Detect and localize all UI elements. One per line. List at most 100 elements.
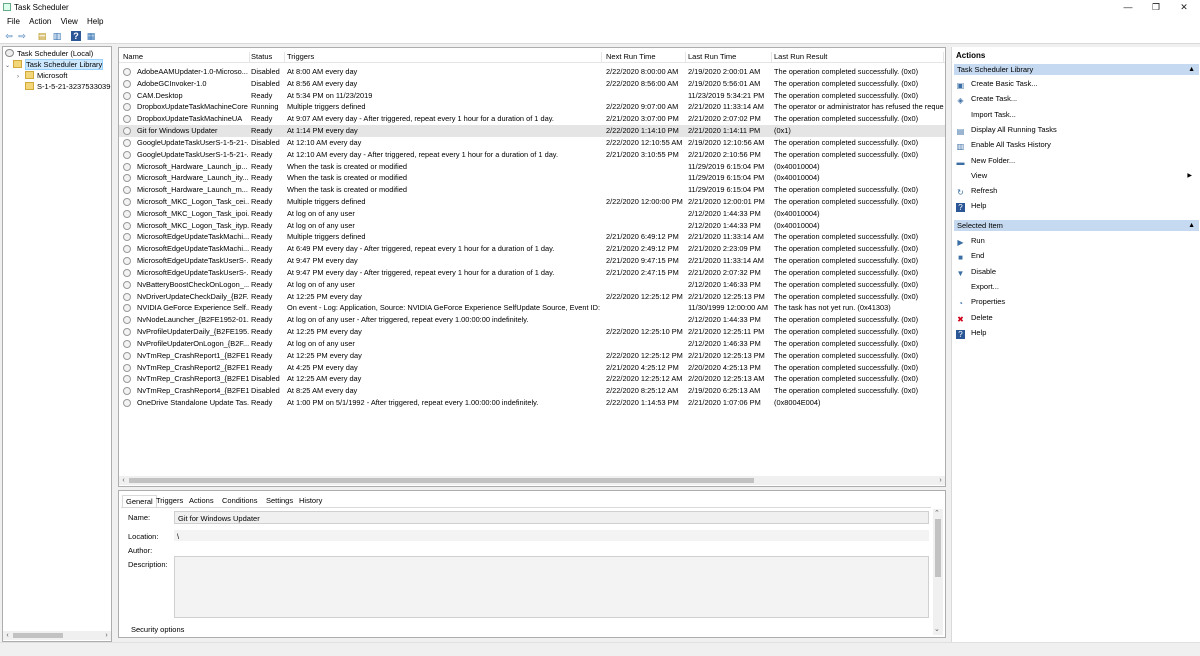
table-row[interactable]: MicrosoftEdgeUpdateTaskUserS-... Ready At … — [119, 255, 945, 267]
tab-history[interactable]: History (disabled) — [296, 495, 335, 517]
table-cell: Ready — [251, 397, 273, 407]
table-cell: At log on of any user — [287, 208, 355, 218]
scroll-thumb[interactable] — [935, 519, 941, 577]
tab-settings[interactable]: Settings — [263, 495, 296, 507]
table-row[interactable]: Microsoft_Hardware_Launch_ity... Ready Whe… — [119, 172, 945, 184]
back-arrow-icon[interactable]: ⇦ — [4, 31, 14, 41]
scroll-left-icon[interactable]: ‹ — [3, 631, 12, 640]
table-row[interactable]: NvTmRep_CrashReport1_{B2FE1... Ready At 12… — [119, 350, 945, 362]
table-row[interactable]: MicrosoftEdgeUpdateTaskUserS-... Ready At … — [119, 267, 945, 279]
action-help[interactable]: ? Help — [956, 200, 1196, 213]
column-header-triggers[interactable]: Triggers — [287, 52, 602, 63]
table-row[interactable]: CAM.Desktop Ready At 5:34 PM on 11/23/2019… — [119, 90, 945, 102]
table-row[interactable]: DropboxUpdateTaskMachineUA Ready At 9:07 A… — [119, 113, 945, 125]
chevron-up-icon[interactable]: ⌃ — [934, 509, 940, 517]
table-cell: Running — [251, 102, 279, 112]
table-row[interactable]: GoogleUpdateTaskUserS-1-5-21-... Ready At … — [119, 149, 945, 161]
table-row[interactable]: Microsoft_MKC_Logon_Task_ityp... Ready At … — [119, 220, 945, 232]
forward-arrow-icon[interactable]: ⇨ — [17, 31, 27, 41]
table-cell: 2/19/2020 5:56:01 AM — [688, 78, 761, 88]
tab-conditions[interactable]: Conditions — [219, 495, 260, 507]
menu-file[interactable]: File — [0, 14, 20, 26]
table-row[interactable]: GoogleUpdateTaskUserS-1-5-21-... Disabled… — [119, 137, 945, 149]
tab-actions[interactable]: Actions — [186, 495, 217, 507]
scroll-thumb[interactable] — [129, 478, 754, 483]
action-end[interactable]: ■ End — [956, 250, 1196, 262]
toolbar: ⇦ ⇨ ▤ ▥ ? ▦ — [0, 28, 1200, 44]
menu-view[interactable]: View — [54, 14, 78, 26]
table-row[interactable]: Microsoft_Hardware_Launch_ip... Ready When… — [119, 161, 945, 173]
tab-triggers[interactable]: Triggers — [153, 495, 186, 507]
table-row[interactable]: NvProfileUpdaterOnLogon_{B2F... Ready At l… — [119, 338, 945, 350]
table-row[interactable]: NvNodeLauncher_{B2FE1952-01... Ready At lo… — [119, 314, 945, 326]
tab-general[interactable]: General — [122, 495, 157, 507]
table-row[interactable]: Microsoft_MKC_Logon_Task_ipoi... Ready At … — [119, 208, 945, 220]
action-delete[interactable]: ✖ Delete — [956, 312, 1196, 324]
tree-root-local[interactable]: Task Scheduler (Local) — [5, 49, 93, 59]
table-row[interactable]: NvBatteryBoostCheckOnLogon_... Ready At lo… — [119, 279, 945, 291]
selected-item-section-header[interactable]: Selected Item ▲ — [954, 220, 1199, 231]
action-new-folder[interactable]: ▬ New Folder... — [956, 155, 1196, 167]
minimize-button[interactable]: — — [1118, 1, 1138, 13]
tasks-horizontal-scrollbar[interactable]: ‹ › — [119, 476, 945, 485]
tree-item-microsoft[interactable]: › Microsoft — [17, 71, 67, 81]
table-row[interactable]: Microsoft_Hardware_Launch_m... Ready When … — [119, 184, 945, 196]
collapse-icon[interactable]: ▲ — [1188, 220, 1195, 231]
table-cell: (0x8004E004) — [774, 397, 821, 407]
chevron-down-icon[interactable]: ⌄ — [934, 625, 940, 633]
table-row[interactable]: NVIDIA GeForce Experience Self... Ready On… — [119, 302, 945, 314]
action-export[interactable]: Export... — [956, 281, 1196, 293]
scroll-thumb[interactable] — [13, 633, 63, 638]
help-icon[interactable]: ? — [71, 31, 81, 41]
action-run[interactable]: ▶ Run — [956, 235, 1196, 247]
action-view[interactable]: View ▶ — [956, 170, 1196, 182]
table-cell: The operation completed successfully. (0… — [774, 232, 919, 242]
action-display-all-running-tasks[interactable]: ▤ Display All Running Tasks — [956, 124, 1196, 136]
maximize-button[interactable]: ❐ — [1146, 1, 1166, 13]
up-folder-icon[interactable]: ▤ — [37, 31, 47, 41]
column-header-status[interactable]: Status — [251, 52, 285, 63]
action-disable[interactable]: ▼ Disable — [956, 266, 1196, 278]
table-row[interactable]: NvTmRep_CrashReport3_{B2FE1... Disabled At… — [119, 373, 945, 385]
action-create-basic-task[interactable]: ▣ Create Basic Task... — [956, 78, 1196, 90]
action-properties[interactable]: ◔ Properties — [956, 296, 1196, 308]
table-row[interactable]: AdobeAAMUpdater-1.0-Microso... Disabled At… — [119, 66, 945, 78]
details-vertical-scrollbar[interactable]: ⌃ ⌄ — [933, 509, 943, 635]
menu-action[interactable]: Action — [22, 14, 51, 26]
table-row[interactable]: NvDriverUpdateCheckDaily_{B2F... Ready At … — [119, 291, 945, 303]
table-row[interactable]: OneDrive Standalone Update Tas... Ready At… — [119, 397, 945, 409]
scroll-right-icon[interactable]: › — [936, 476, 945, 485]
library-section-header[interactable]: Task Scheduler Library ▲ — [954, 64, 1199, 75]
tree-item-library[interactable]: ⌄ Task Scheduler Library — [5, 59, 104, 70]
action-help[interactable]: ? Help — [956, 327, 1196, 339]
table-row[interactable]: Git for Windows Updater Ready At 1:14 PM e… — [119, 125, 945, 137]
collapse-icon[interactable]: ▲ — [1188, 64, 1195, 75]
close-button[interactable]: ✕ — [1174, 1, 1194, 13]
column-header-next-run[interactable]: Next Run Time — [606, 52, 686, 63]
table-row[interactable]: Microsoft_MKC_Logon_Task_cei... Ready Mult… — [119, 196, 945, 208]
table-row[interactable]: NvTmRep_CrashReport4_{B2FE1... Disabled At… — [119, 385, 945, 397]
action-import-task[interactable]: Import Task... — [956, 109, 1196, 121]
task-clock-icon — [123, 115, 131, 124]
table-row[interactable]: DropboxUpdateTaskMachineCore Running Multi… — [119, 101, 945, 113]
action-create-task[interactable]: ◈ Create Task... — [956, 93, 1196, 105]
table-row[interactable]: AdobeGCInvoker-1.0 Disabled At 8:56 AM eve… — [119, 78, 945, 90]
menu-help[interactable]: Help — [80, 14, 103, 26]
show-hide-pane-icon[interactable]: ▦ — [86, 31, 96, 41]
column-header-last-result[interactable]: Last Run Result — [774, 52, 944, 63]
table-row[interactable]: MicrosoftEdgeUpdateTaskMachi... Ready Mult… — [119, 231, 945, 243]
properties-icon[interactable]: ▥ — [52, 31, 62, 41]
table-row[interactable]: MicrosoftEdgeUpdateTaskMachi... Ready At 6… — [119, 243, 945, 255]
column-header-name[interactable]: Name — [123, 52, 250, 63]
table-row[interactable]: NvProfileUpdaterDaily_{B2FE195... Ready At… — [119, 326, 945, 338]
scroll-left-icon[interactable]: ‹ — [119, 476, 128, 485]
table-cell: The operation completed successfully. (0… — [774, 338, 919, 348]
action-refresh[interactable]: ↻ Refresh — [956, 185, 1196, 197]
action-label: Enable All Tasks History — [971, 140, 1051, 150]
tree-item-user-sid[interactable]: S-1-5-21-3237533039- — [25, 82, 111, 92]
action-enable-all-tasks-history[interactable]: ▥ Enable All Tasks History — [956, 139, 1196, 151]
column-header-last-run[interactable]: Last Run Time — [688, 52, 772, 63]
tree-horizontal-scrollbar[interactable]: ‹ › — [3, 631, 111, 640]
table-row[interactable]: NvTmRep_CrashReport2_{B2FE1... Ready At 4:… — [119, 362, 945, 374]
scroll-right-icon[interactable]: › — [102, 631, 111, 640]
